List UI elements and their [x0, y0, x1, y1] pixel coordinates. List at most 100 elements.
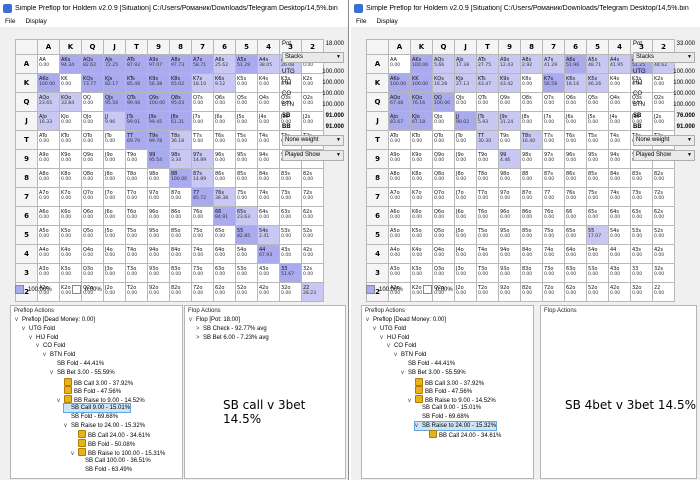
- hand-cell[interactable]: AQs 5.66: [432, 54, 455, 74]
- hand-cell[interactable]: 75s 0.00: [586, 187, 609, 207]
- hand-cell[interactable]: Q6o 0.00: [432, 206, 455, 226]
- hand-cell[interactable]: 54s 0.00: [608, 225, 631, 245]
- hand-cell[interactable]: J2o 0.00: [454, 282, 477, 302]
- hand-cell[interactable]: 33 0.00: [630, 263, 653, 283]
- tree-node[interactable]: SB Fold - 69.68%: [64, 413, 118, 421]
- hand-cell[interactable]: T7o 0.00: [125, 187, 148, 207]
- hand-cell[interactable]: T4o 0.00: [125, 244, 148, 264]
- hand-cell[interactable]: 62s 0.00: [652, 206, 675, 226]
- hand-cell[interactable]: AKo 100.00: [388, 73, 411, 93]
- hand-cell[interactable]: 42s 0.00: [652, 244, 675, 264]
- hand-cell[interactable]: K7s 56.58: [542, 73, 565, 93]
- hand-cell[interactable]: TT 69.70: [125, 130, 148, 150]
- hand-cell[interactable]: Q4o 0.00: [432, 244, 455, 264]
- hand-cell[interactable]: A7o 0.00: [388, 187, 411, 207]
- hand-cell[interactable]: A4o 0.00: [388, 244, 411, 264]
- hand-cell[interactable]: KTs 43.47: [476, 73, 499, 93]
- chevron-down-icon[interactable]: v: [15, 316, 22, 324]
- hand-cell[interactable]: 62o 0.00: [213, 282, 236, 302]
- hand-cell[interactable]: J2o 0.00: [103, 282, 126, 302]
- hand-cell[interactable]: A5s 48.71: [586, 54, 609, 74]
- chevron-right-icon[interactable]: >: [196, 325, 203, 333]
- hand-cell[interactable]: K9o 0.00: [59, 149, 82, 169]
- hand-cell[interactable]: Q8s 95.03: [169, 92, 192, 112]
- hand-cell[interactable]: K4s 0.00: [608, 73, 631, 93]
- hand-cell[interactable]: 83s 0.00: [279, 168, 302, 188]
- hand-cell[interactable]: 53s 0.00: [630, 225, 653, 245]
- hand-cell[interactable]: T6o 0.00: [476, 206, 499, 226]
- hand-cell[interactable]: K3o 0.00: [59, 263, 82, 283]
- hand-cell[interactable]: J4s 0.00: [608, 111, 631, 131]
- hand-cell[interactable]: ATo 0.00: [388, 130, 411, 150]
- hand-cell[interactable]: 33 51.67: [279, 263, 302, 283]
- hand-cell[interactable]: 74s 0.00: [257, 187, 280, 207]
- hand-cell[interactable]: 43s 0.00: [630, 244, 653, 264]
- hand-cell[interactable]: 98o 0.00: [498, 168, 521, 188]
- hand-cell[interactable]: J8s 61.31: [169, 111, 192, 131]
- hand-cell[interactable]: 52s 0.00: [652, 225, 675, 245]
- hand-cell[interactable]: 63o 0.00: [213, 263, 236, 283]
- hand-cell[interactable]: KJs 27.13: [454, 73, 477, 93]
- chevron-right-icon[interactable]: >: [196, 334, 203, 342]
- hand-cell[interactable]: 65o 0.00: [213, 225, 236, 245]
- tree-node[interactable]: v HIJ Fold: [380, 334, 409, 342]
- hand-cell[interactable]: T9o 0.00: [125, 149, 148, 169]
- hand-cell[interactable]: A7o 0.00: [37, 187, 60, 207]
- hand-cell[interactable]: J9o 0.00: [454, 149, 477, 169]
- hand-cell[interactable]: K7o 0.00: [59, 187, 82, 207]
- hand-cell[interactable]: 85s 0.00: [586, 168, 609, 188]
- hand-cell[interactable]: A9s 12.43: [498, 54, 521, 74]
- hand-cell[interactable]: J7s 0.00: [542, 111, 565, 131]
- hand-cell[interactable]: 74o 0.00: [542, 244, 565, 264]
- tree-node[interactable]: v Flop [Pot: 18.00]: [189, 316, 240, 324]
- hand-cell[interactable]: JTo 0.00: [103, 130, 126, 150]
- hand-cell[interactable]: 75o 0.00: [542, 225, 565, 245]
- hand-cell[interactable]: T6s 0.00: [213, 130, 236, 150]
- hand-cell[interactable]: T5o 0.00: [476, 225, 499, 245]
- hand-cell[interactable]: 76s 0.00: [564, 187, 587, 207]
- hand-cell[interactable]: QTo 0.00: [432, 130, 455, 150]
- hand-cell[interactable]: J6o 0.00: [454, 206, 477, 226]
- hand-cell[interactable]: 32s 0.00: [301, 263, 324, 283]
- tree-node[interactable]: v Preflop [Dead Money: 0.00]: [366, 316, 446, 324]
- hand-cell[interactable]: 63s 0.00: [630, 206, 653, 226]
- hand-cell[interactable]: K9s 56.38: [147, 73, 170, 93]
- hand-cell[interactable]: 96s 0.00: [213, 149, 236, 169]
- hand-cell[interactable]: T2o 0.00: [125, 282, 148, 302]
- tree-node[interactable]: > SB Bet 6.00 - 7.23% avg: [196, 334, 269, 342]
- hand-cell[interactable]: 82s 0.00: [301, 168, 324, 188]
- hand-cell[interactable]: 82o 0.00: [169, 282, 192, 302]
- hand-cell[interactable]: A7s 41.29: [542, 54, 565, 74]
- hand-cell[interactable]: 88 0.00: [520, 168, 543, 188]
- tree-node[interactable]: SB Fold - 63.49%: [78, 466, 132, 474]
- tree-node[interactable]: v SB Raise to 24.00 - 15.32%: [413, 420, 498, 431]
- chevron-down-icon[interactable]: v: [71, 450, 78, 458]
- hand-cell[interactable]: K8o 0.00: [59, 168, 82, 188]
- hand-cell[interactable]: AKs 100.00: [410, 54, 433, 74]
- hand-cell[interactable]: J4o 0.00: [454, 244, 477, 264]
- hand-cell[interactable]: T4o 0.00: [476, 244, 499, 264]
- hand-cell[interactable]: 65s 0.00: [586, 206, 609, 226]
- hand-cell[interactable]: 95o 0.00: [147, 225, 170, 245]
- chevron-down-icon[interactable]: v: [29, 334, 36, 342]
- hand-cell[interactable]: K6s 9.12: [213, 73, 236, 93]
- hand-cell[interactable]: 85s 0.00: [235, 168, 258, 188]
- hand-cell[interactable]: A9o 0.00: [37, 149, 60, 169]
- hand-cell[interactable]: T8s 16.40: [520, 130, 543, 150]
- hand-cell[interactable]: 86o 0.00: [169, 206, 192, 226]
- hand-cell[interactable]: J6s 0.00: [564, 111, 587, 131]
- hand-cell[interactable]: KJs 82.17: [103, 73, 126, 93]
- hand-cell[interactable]: A5s 51.29: [235, 54, 258, 74]
- hand-cell[interactable]: T3o 0.00: [125, 263, 148, 283]
- hand-cell[interactable]: AQo 67.48: [388, 92, 411, 112]
- chevron-down-icon[interactable]: v: [64, 422, 71, 430]
- hand-cell[interactable]: A8o 0.00: [37, 168, 60, 188]
- hand-cell[interactable]: 97s 0.00: [542, 149, 565, 169]
- chevron-down-icon[interactable]: v: [36, 342, 43, 350]
- hand-cell[interactable]: 92o 0.00: [498, 282, 521, 302]
- hand-cell[interactable]: T5o 0.00: [125, 225, 148, 245]
- weight-dropdown[interactable]: None weight ▼: [282, 135, 344, 146]
- hand-cell[interactable]: 86s 0.00: [213, 168, 236, 188]
- hand-cell[interactable]: A6s 25.62: [213, 54, 236, 74]
- hand-cell[interactable]: 87s 0.00: [542, 168, 565, 188]
